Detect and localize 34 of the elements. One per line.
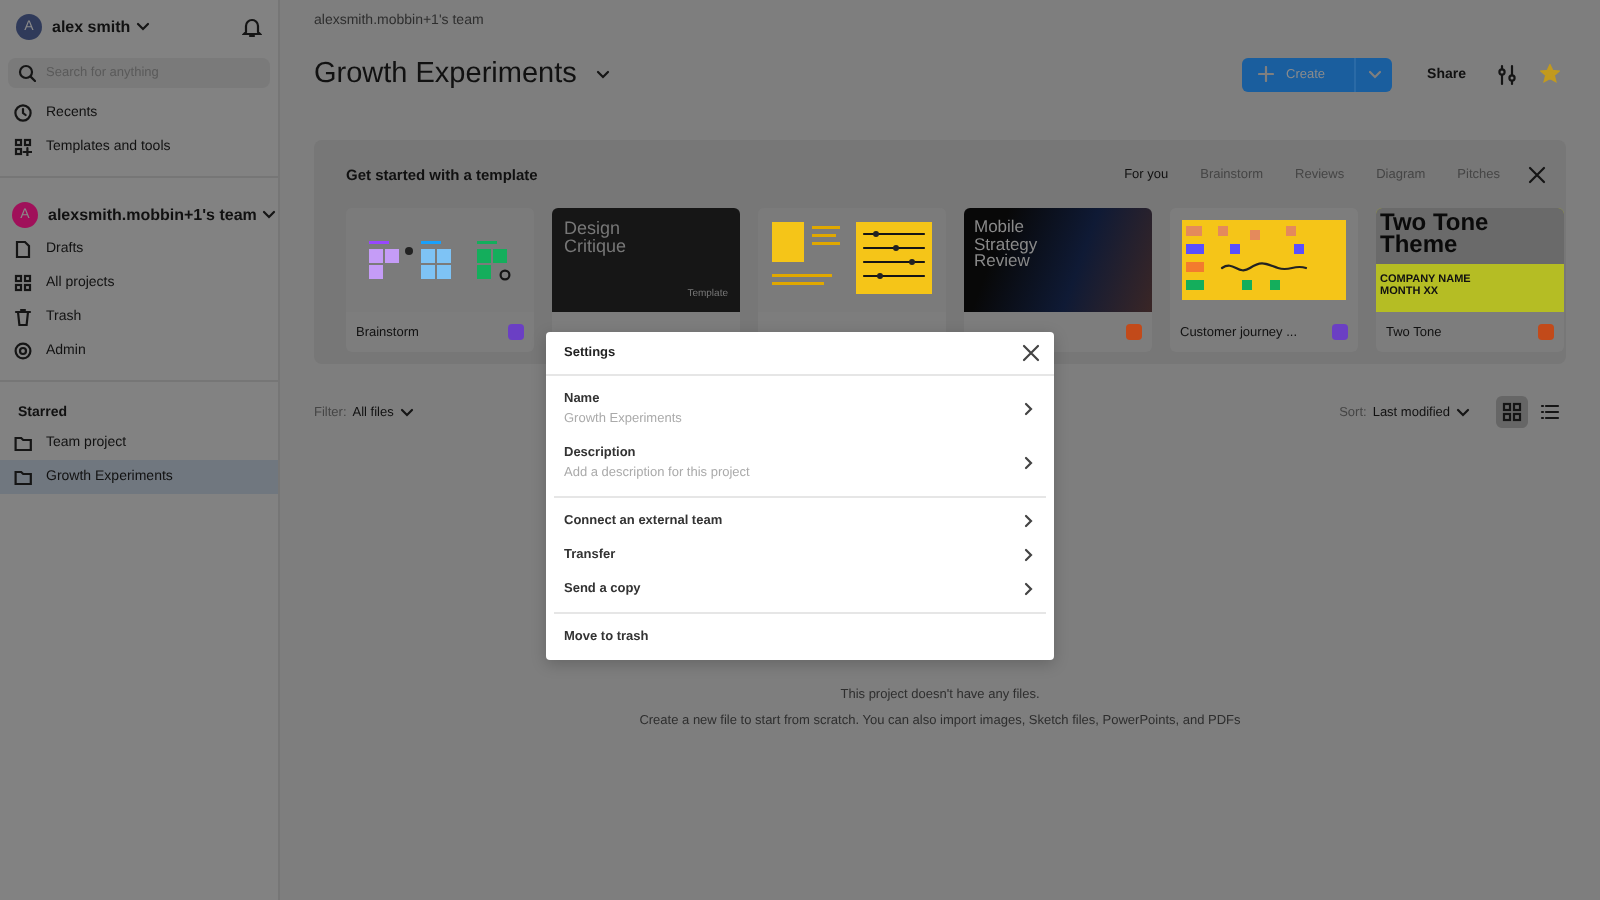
grid-plus-icon xyxy=(14,138,32,156)
grid-icon xyxy=(14,274,32,292)
caret-icon xyxy=(596,69,611,79)
clock-icon xyxy=(14,104,32,122)
trash-icon xyxy=(14,308,32,326)
list-icon xyxy=(1540,402,1560,422)
sticky-notes-drawing xyxy=(368,239,512,281)
account-menu[interactable]: alex smith xyxy=(52,17,151,35)
search-icon xyxy=(18,64,36,82)
chevron-icon xyxy=(1024,456,1034,470)
sliders-icon xyxy=(1495,63,1517,85)
template-card[interactable]: Mobile Strategy Review xyxy=(964,208,1152,352)
grid-view-button[interactable] xyxy=(1496,396,1528,428)
caret-icon xyxy=(136,21,151,31)
chevron-icon xyxy=(1024,548,1034,562)
caret-icon xyxy=(1367,69,1382,79)
caret-icon xyxy=(1456,407,1470,417)
template-preview[interactable]: Mobile Strategy Review xyxy=(964,208,1152,312)
preview-heading: Design Critique xyxy=(564,220,629,256)
bell-icon[interactable] xyxy=(242,15,262,37)
preview-heading: Mobile Strategy Review xyxy=(974,218,1040,269)
chevron-icon xyxy=(1024,582,1034,596)
team-menu[interactable]: alexsmith.mobbin+1's team xyxy=(48,206,277,224)
plus-icon xyxy=(1258,66,1275,82)
caret-icon xyxy=(399,407,414,417)
preview-heading: Two Tone Theme xyxy=(1376,208,1564,264)
close-icon[interactable] xyxy=(1528,165,1546,183)
chevron-icon xyxy=(1024,514,1034,528)
close-icon[interactable] xyxy=(1022,344,1040,362)
chevron-icon xyxy=(1024,402,1034,416)
project-title[interactable]: Growth Experiments xyxy=(314,58,611,90)
file-icon xyxy=(14,240,32,258)
grid-icon xyxy=(1502,402,1522,422)
caret-icon xyxy=(262,210,277,220)
